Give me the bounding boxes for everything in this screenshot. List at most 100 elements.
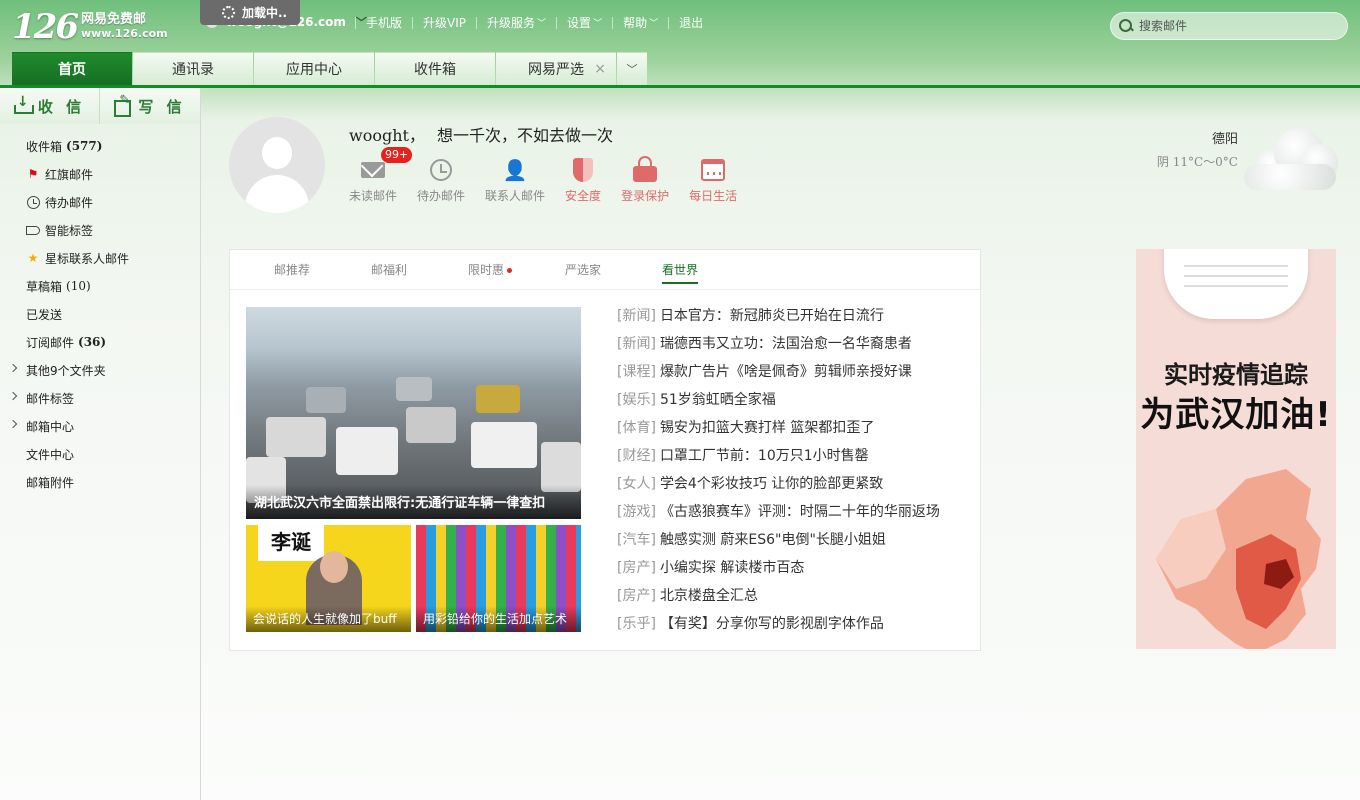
quick-unread[interactable]: 99+ 未读邮件 <box>349 147 413 204</box>
folder-smart-tags[interactable]: 智能标签 <box>0 216 200 244</box>
motto[interactable]: 想一千次，不如去做一次 <box>437 126 613 145</box>
weather-widget[interactable]: 德阳 阴 11°C～0°C <box>1150 128 1238 170</box>
logo-number: 126 <box>12 7 79 47</box>
top-bar: 126 网易免费邮 www.126.com wooght@126.com ﹀ 加… <box>0 0 1360 50</box>
logo[interactable]: 126 网易免费邮 www.126.com <box>12 10 168 44</box>
search-icon[interactable] <box>1119 19 1133 33</box>
thumbnail-caption: 用彩铅给你的生活加点艺术 <box>416 606 581 632</box>
tab-limited-deals[interactable]: 限时惠 <box>468 261 513 278</box>
list-item[interactable]: [财经] 口罩工厂节前：10万只1小时售罄 <box>617 442 967 470</box>
compose-button[interactable]: 写 信 <box>100 88 200 124</box>
epidemic-ad-banner[interactable]: 实时疫情追踪 为武汉加油! <box>1136 249 1336 649</box>
chevron-down-icon: ﹀ <box>649 19 659 29</box>
folder-attachments[interactable]: 邮箱附件 <box>0 468 200 496</box>
weather-condition: 阴 11°C～0°C <box>1156 155 1238 169</box>
greeting: wooght， 想一千次，不如去做一次 <box>349 122 613 146</box>
list-item[interactable]: [体育] 锡安为扣篮大赛打样 篮架都扣歪了 <box>617 414 967 442</box>
loading-indicator: 加载中.. <box>200 0 300 25</box>
list-item[interactable]: [新闻] 日本官方：新冠肺炎已开始在日流行 <box>617 302 967 330</box>
topnav-upgrade-vip[interactable]: 升级VIP <box>423 14 466 31</box>
quick-login-protect[interactable]: 登录保护 <box>621 156 669 204</box>
chevron-down-icon: ﹀ <box>626 63 638 76</box>
clock-icon <box>430 159 453 181</box>
chevron-down-icon: ﹀ <box>593 19 603 29</box>
folder-mailbox-center[interactable]: 邮箱中心 <box>0 412 200 440</box>
chevron-down-icon: ﹀ <box>537 19 547 29</box>
download-icon <box>13 94 34 114</box>
thumbnail-caption: 会说话的人生就像加了buff <box>246 606 411 632</box>
folder-inbox[interactable]: 收件箱 (577) <box>0 132 200 160</box>
thumbnail-1[interactable]: 李诞 会说话的人生就像加了buff <box>246 525 411 632</box>
search-input[interactable] <box>1139 19 1339 33</box>
search-box[interactable] <box>1110 12 1348 40</box>
list-item[interactable]: [课程] 爆款广告片《啥是佩奇》剪辑师亲授好课 <box>617 358 967 386</box>
new-dot-icon <box>507 268 513 273</box>
list-item[interactable]: [游戏] 《古惑狼赛车》评测：时隔二十年的华丽返场 <box>617 498 967 526</box>
list-item[interactable]: [房产] 小编实探 解读楼市百态 <box>617 554 967 582</box>
divider <box>556 16 558 29</box>
list-item[interactable]: [汽车] 触感实测 蔚来ES6"电倒"长腿小姐姐 <box>617 526 967 554</box>
news-list: [新闻] 日本官方：新冠肺炎已开始在日流行 [新闻] 瑞德西韦又立功：法国治愈一名华… <box>617 302 967 638</box>
avatar[interactable] <box>229 117 325 213</box>
tab-home[interactable]: 首页 <box>12 52 132 85</box>
tab-app-center[interactable]: 应用中心 <box>254 52 374 85</box>
list-item[interactable]: [新闻] 瑞德西韦又立功：法国治愈一名华裔患者 <box>617 330 967 358</box>
folder-file-center[interactable]: 文件中心 <box>0 440 200 468</box>
edit-icon <box>114 93 132 117</box>
list-item[interactable]: [房产] 北京楼盘全汇总 <box>617 582 967 610</box>
quick-todo[interactable]: 待办邮件 <box>417 157 465 204</box>
divider <box>412 16 414 29</box>
quick-security[interactable]: 安全度 <box>565 157 601 204</box>
contact-star-icon: 👤 <box>502 158 528 182</box>
tab-yanxuan-picks[interactable]: 严选家 <box>565 261 601 278</box>
tag-icon <box>26 225 40 235</box>
chevron-right-icon[interactable] <box>8 419 18 429</box>
close-icon[interactable]: × <box>594 61 606 77</box>
topnav-upgrade-service[interactable]: 升级服务 ﹀ <box>487 14 546 31</box>
tab-world[interactable]: 看世界 <box>662 261 699 284</box>
chevron-right-icon[interactable] <box>8 363 18 373</box>
tab-inbox[interactable]: 收件箱 <box>375 52 495 85</box>
folder-subscriptions[interactable]: 订阅邮件 (36) <box>0 328 200 356</box>
list-item[interactable]: [女人] 学会4个彩妆技巧 让你的脸部更紧致 <box>617 470 967 498</box>
news-panel: 邮推荐 邮福利 限时惠 严选家 看世界 湖北武汉六市全面禁出限行:无通行证车辆一… <box>229 249 981 651</box>
quick-contacts[interactable]: 👤 联系人邮件 <box>485 157 545 204</box>
folder-todo[interactable]: 待办邮件 <box>0 188 200 216</box>
quick-links: 99+ 未读邮件 待办邮件 👤 联系人邮件 安全度 登录保护 每日生活 <box>349 147 757 204</box>
divider <box>355 16 356 29</box>
lock-icon <box>633 156 658 182</box>
list-item[interactable]: [娱乐] 51岁翁虹晒全家福 <box>617 386 967 414</box>
tab-recommend[interactable]: 邮推荐 <box>274 261 310 278</box>
quick-daily-life[interactable]: 每日生活 <box>689 157 737 204</box>
tab-benefits[interactable]: 邮福利 <box>371 261 407 278</box>
folder-flagged[interactable]: ⚑ 红旗邮件 <box>0 160 200 188</box>
chevron-right-icon[interactable] <box>8 391 18 401</box>
unread-count: (577) <box>66 139 103 153</box>
topnav-mobile[interactable]: 手机版 <box>366 14 402 31</box>
list-item[interactable]: [乐乎] 【有奖】分享你写的影视剧字体作品 <box>617 610 967 638</box>
folder-mail-tags[interactable]: 邮件标签 <box>0 384 200 412</box>
tab-more[interactable]: ﹀ <box>617 52 647 85</box>
topnav-logout[interactable]: 退出 <box>679 14 703 31</box>
thumbnail-2[interactable]: 用彩铅给你的生活加点艺术 <box>416 525 581 632</box>
folder-drafts[interactable]: 草稿箱 (10) <box>0 272 200 300</box>
calendar-icon <box>701 159 726 181</box>
news-tabs: 邮推荐 邮福利 限时惠 严选家 看世界 <box>230 250 980 290</box>
loading-text: 加载中.. <box>242 6 288 20</box>
receive-button[interactable]: 收 信 <box>0 88 100 124</box>
thumbnail-label: 李诞 <box>258 525 324 561</box>
featured-image[interactable]: 湖北武汉六市全面禁出限行:无通行证车辆一律查扣 <box>246 307 581 519</box>
subscription-count: (36) <box>78 335 107 349</box>
tab-contacts[interactable]: 通讯录 <box>133 52 253 85</box>
tab-underline <box>0 85 1360 88</box>
clock-icon <box>26 195 40 209</box>
topnav-help[interactable]: 帮助 ﹀ <box>623 14 658 31</box>
folder-other[interactable]: 其他9个文件夹 <box>0 356 200 384</box>
folder-list: 收件箱 (577) ⚑ 红旗邮件 待办邮件 智能标签 ★ 星标联系人邮件 草稿箱 (10… <box>0 124 200 496</box>
topnav-settings[interactable]: 设置 ﹀ <box>567 14 602 31</box>
folder-starred-contacts[interactable]: ★ 星标联系人邮件 <box>0 244 200 272</box>
tab-yanxuan[interactable]: 网易严选 × <box>496 52 616 85</box>
spinner-icon <box>222 6 235 19</box>
draft-count: (10) <box>66 279 91 293</box>
folder-sent[interactable]: 已发送 <box>0 300 200 328</box>
